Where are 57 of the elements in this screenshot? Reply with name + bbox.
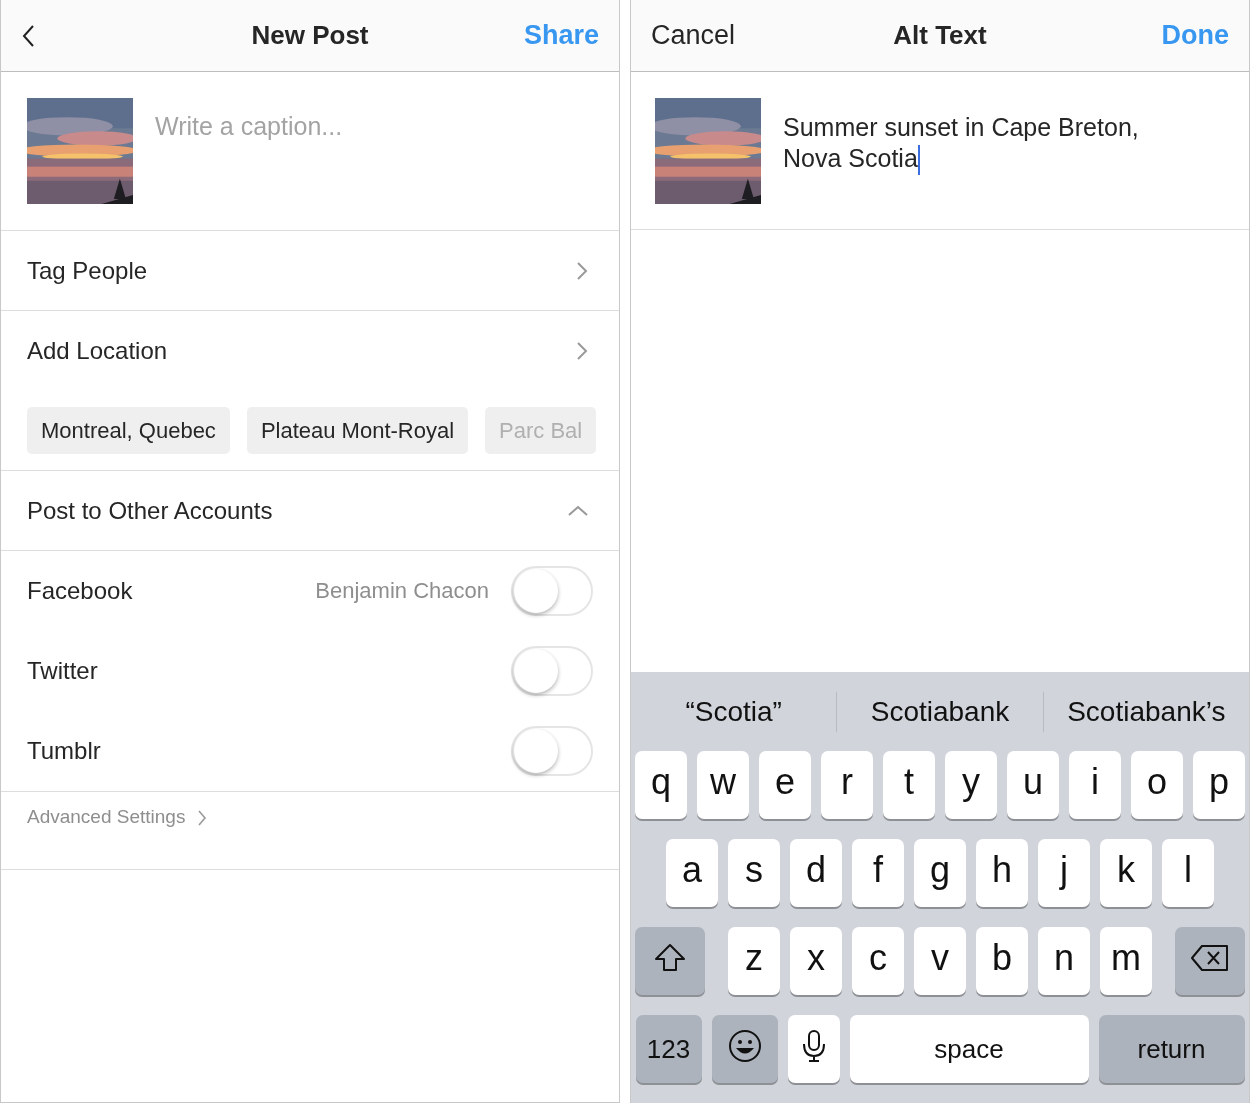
letter-key[interactable]: u	[1007, 751, 1059, 819]
backspace-icon	[1190, 943, 1230, 973]
menu-row[interactable]: Add Location	[1, 311, 619, 391]
screen-title: New Post	[251, 20, 369, 50]
letter-key[interactable]: c	[852, 927, 904, 995]
account-name: Tumblr	[27, 737, 102, 765]
letter-key[interactable]: v	[914, 927, 966, 995]
emoji-icon	[727, 1029, 762, 1063]
location-chip[interactable]: Montreal, Quebec	[27, 407, 230, 454]
toggle-switch[interactable]	[511, 646, 593, 696]
account-user: Benjamin Chacon	[315, 578, 489, 604]
letter-key[interactable]: p	[1193, 751, 1245, 819]
shift-key[interactable]	[635, 927, 705, 995]
dictation-key[interactable]	[787, 1015, 840, 1083]
numbers-key[interactable]: 123	[635, 1015, 702, 1083]
suggestion[interactable]: “Scotia”	[631, 695, 837, 728]
letter-key[interactable]: x	[790, 927, 842, 995]
cancel-button[interactable]: Cancel	[651, 20, 736, 51]
letter-key[interactable]: y	[945, 751, 997, 819]
suggestion[interactable]: Scotiabank’s	[1043, 695, 1249, 728]
return-key[interactable]: return	[1098, 1015, 1245, 1083]
letter-key[interactable]: e	[759, 751, 811, 819]
letter-key[interactable]: h	[976, 839, 1028, 907]
account-name: Twitter	[27, 657, 99, 685]
letter-key[interactable]: j	[1038, 839, 1090, 907]
toggle-switch[interactable]	[511, 726, 593, 776]
letter-key[interactable]: g	[914, 839, 966, 907]
letter-key[interactable]: q	[635, 751, 687, 819]
space-key[interactable]: space	[849, 1015, 1089, 1083]
letter-key[interactable]: s	[728, 839, 780, 907]
letter-key[interactable]: z	[728, 927, 780, 995]
letter-key[interactable]: f	[852, 839, 904, 907]
row-label: Add Location	[27, 337, 168, 365]
backspace-key[interactable]	[1175, 927, 1245, 995]
account-name: Facebook	[27, 577, 134, 605]
letter-key[interactable]: l	[1162, 839, 1214, 907]
letter-key[interactable]: b	[976, 927, 1028, 995]
letter-key[interactable]: w	[697, 751, 749, 819]
letter-key[interactable]: i	[1069, 751, 1121, 819]
letter-key[interactable]: r	[821, 751, 873, 819]
section-label: Post to Other Accounts	[27, 496, 273, 525]
location-chip[interactable]: Plateau Mont-Royal	[246, 407, 469, 454]
toggle-switch[interactable]	[511, 566, 593, 616]
suggestion[interactable]: Scotiabank	[837, 695, 1043, 728]
alt-text-field[interactable]: Summer sunset in Cape Breton, Nova Scotia	[783, 112, 1183, 203]
screen-title: Alt Text	[893, 20, 987, 50]
emoji-key[interactable]	[711, 1015, 778, 1083]
letter-key[interactable]: o	[1131, 751, 1183, 819]
section-header[interactable]: Post to Other Accounts	[1, 471, 619, 551]
letter-key[interactable]: d	[790, 839, 842, 907]
menu-row[interactable]: Tag People	[1, 231, 619, 311]
letter-key[interactable]: t	[883, 751, 935, 819]
letter-key[interactable]: k	[1100, 839, 1152, 907]
letter-key[interactable]: a	[666, 839, 718, 907]
letter-key[interactable]: n	[1038, 927, 1090, 995]
letter-key[interactable]: m	[1100, 927, 1152, 995]
row-label: Tag People	[27, 256, 148, 285]
